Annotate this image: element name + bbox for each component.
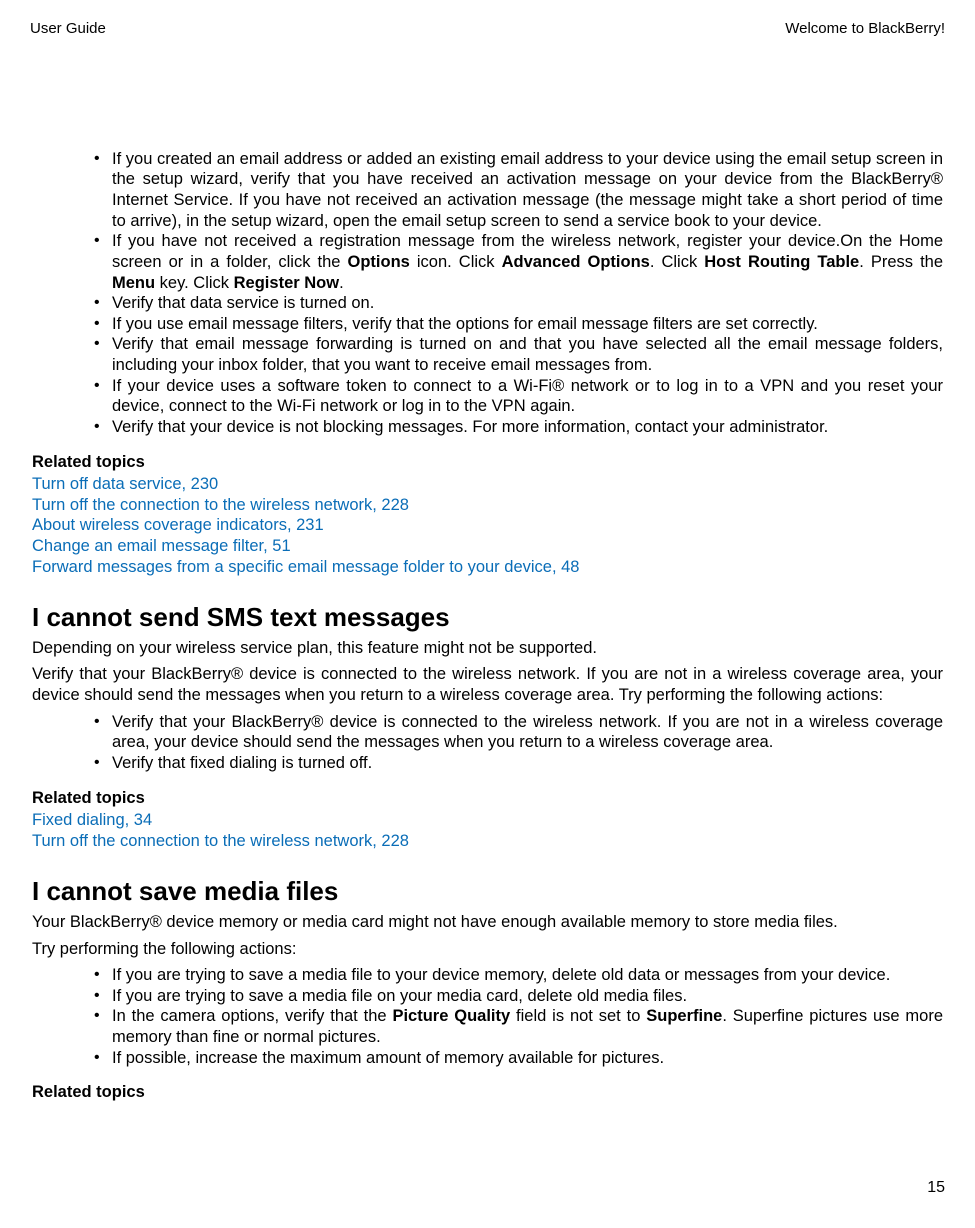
list-item: Verify that your BlackBerry® device is c… bbox=[94, 712, 943, 753]
section1-bullets: If you created an email address or added… bbox=[32, 149, 943, 438]
list-item: If you created an email address or added… bbox=[94, 149, 943, 232]
page-header: User Guide Welcome to BlackBerry! bbox=[30, 20, 945, 39]
related-link[interactable]: Fixed dialing, 34 bbox=[32, 810, 943, 831]
bold-text: Host Routing Table bbox=[704, 253, 859, 271]
paragraph: Your BlackBerry® device memory or media … bbox=[32, 912, 943, 933]
list-item: If you use email message filters, verify… bbox=[94, 314, 943, 335]
list-item: Verify that data service is turned on. bbox=[94, 293, 943, 314]
list-item: If possible, increase the maximum amount… bbox=[94, 1048, 943, 1069]
section3-bullets: If you are trying to save a media file t… bbox=[32, 965, 943, 1068]
text: . Press the bbox=[859, 253, 943, 271]
related-topics-heading: Related topics bbox=[32, 1082, 943, 1103]
text: In the camera options, verify that the bbox=[112, 1007, 392, 1025]
list-item: If you are trying to save a media file t… bbox=[94, 965, 943, 986]
related-link[interactable]: Change an email message filter, 51 bbox=[32, 536, 943, 557]
related-topics-heading: Related topics bbox=[32, 788, 943, 809]
text: field is not set to bbox=[510, 1007, 646, 1025]
list-item: If you have not received a registration … bbox=[94, 231, 943, 293]
header-right: Welcome to BlackBerry! bbox=[785, 20, 945, 39]
bold-text: Register Now bbox=[234, 274, 339, 292]
list-item: If your device uses a software token to … bbox=[94, 376, 943, 417]
content: If you created an email address or added… bbox=[30, 149, 945, 1103]
section2-bullets: Verify that your BlackBerry® device is c… bbox=[32, 712, 943, 774]
list-item: Verify that fixed dialing is turned off. bbox=[94, 753, 943, 774]
paragraph: Depending on your wireless service plan,… bbox=[32, 638, 943, 659]
page-number: 15 bbox=[927, 1178, 945, 1198]
related-link[interactable]: Forward messages from a specific email m… bbox=[32, 557, 943, 578]
text: key. Click bbox=[155, 274, 234, 292]
paragraph: Try performing the following actions: bbox=[32, 939, 943, 960]
list-item: Verify that your device is not blocking … bbox=[94, 417, 943, 438]
text: . bbox=[339, 274, 344, 292]
list-item: If you are trying to save a media file o… bbox=[94, 986, 943, 1007]
related-link[interactable]: Turn off the connection to the wireless … bbox=[32, 495, 943, 516]
bold-text: Options bbox=[348, 253, 410, 271]
section-heading-media: I cannot save media files bbox=[32, 875, 943, 908]
text: icon. Click bbox=[410, 253, 502, 271]
list-item: Verify that email message forwarding is … bbox=[94, 334, 943, 375]
section-heading-sms: I cannot send SMS text messages bbox=[32, 601, 943, 634]
bold-text: Superfine bbox=[646, 1007, 722, 1025]
related-link[interactable]: Turn off the connection to the wireless … bbox=[32, 831, 943, 852]
bold-text: Menu bbox=[112, 274, 155, 292]
header-left: User Guide bbox=[30, 20, 106, 39]
page: User Guide Welcome to BlackBerry! If you… bbox=[0, 0, 975, 1228]
text: . Click bbox=[650, 253, 704, 271]
bold-text: Picture Quality bbox=[392, 1007, 510, 1025]
related-link[interactable]: Turn off data service, 230 bbox=[32, 474, 943, 495]
list-item: In the camera options, verify that the P… bbox=[94, 1006, 943, 1047]
bold-text: Advanced Options bbox=[502, 253, 650, 271]
related-topics-heading: Related topics bbox=[32, 452, 943, 473]
related-link[interactable]: About wireless coverage indicators, 231 bbox=[32, 515, 943, 536]
paragraph: Verify that your BlackBerry® device is c… bbox=[32, 664, 943, 705]
